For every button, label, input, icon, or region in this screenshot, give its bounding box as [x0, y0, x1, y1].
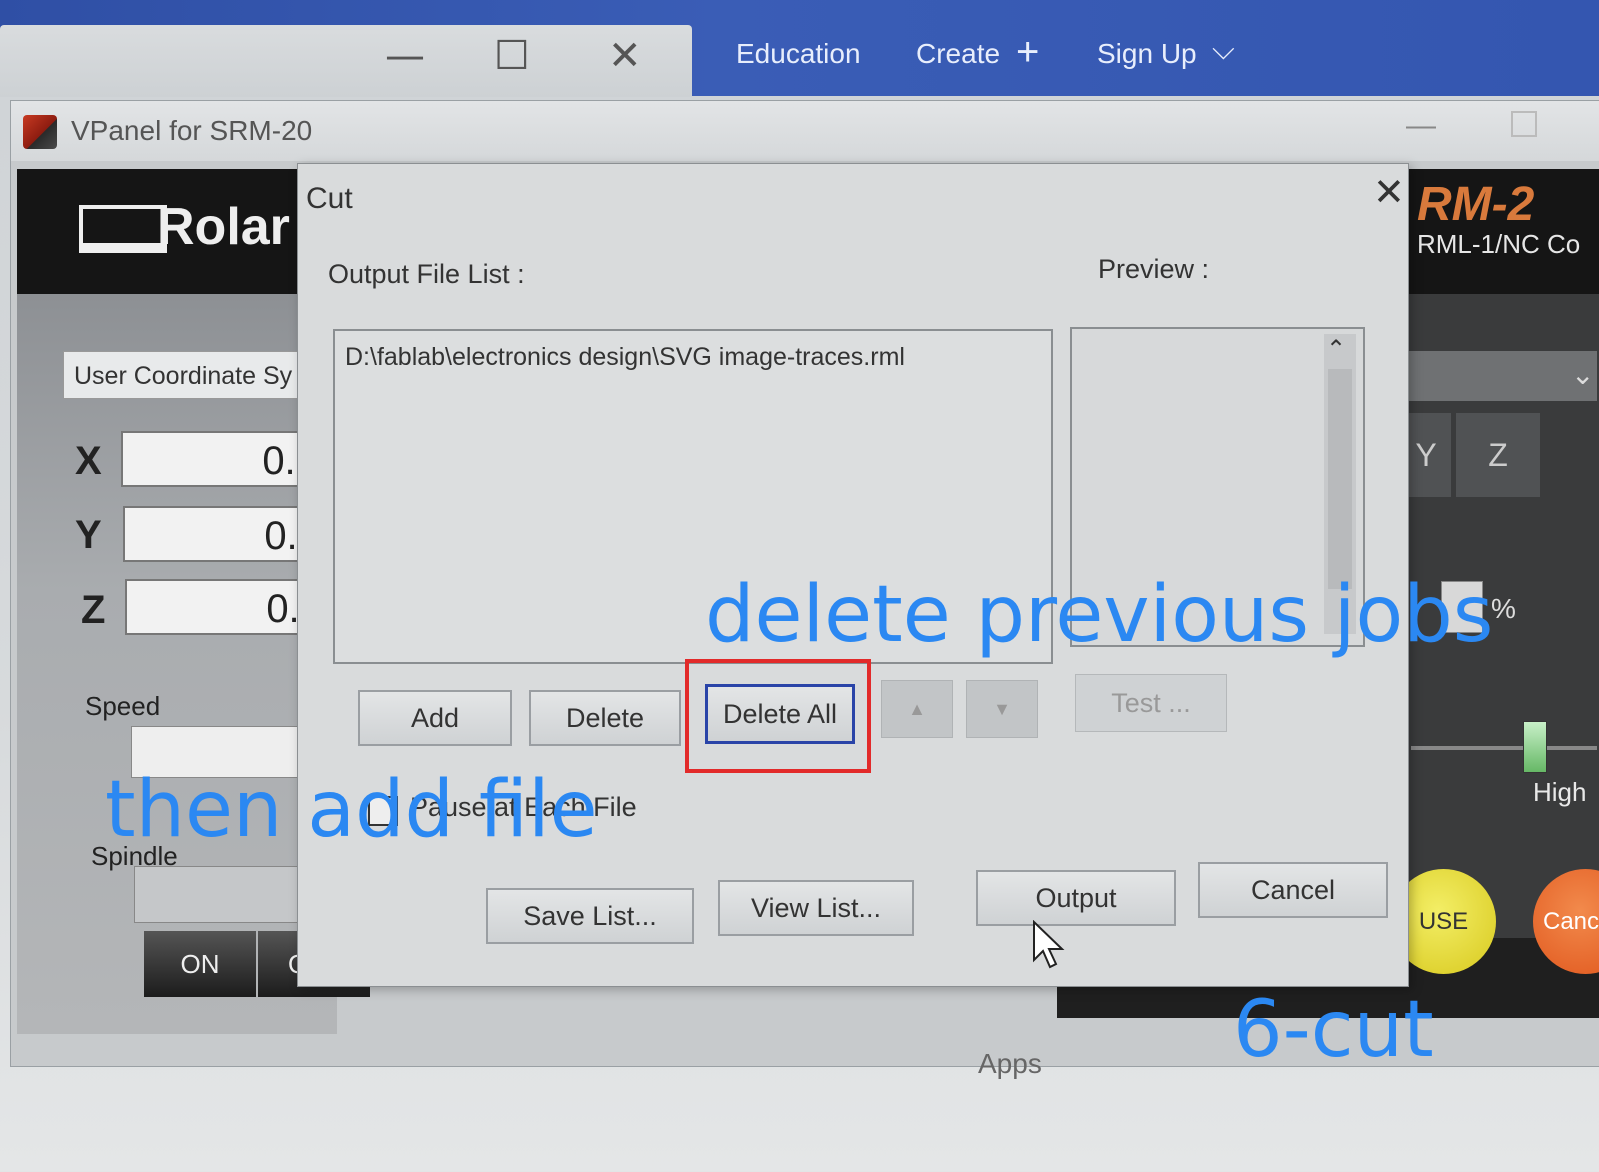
save-list-button[interactable]: Save List... — [486, 888, 694, 944]
spindle-on-button[interactable]: ON — [144, 931, 256, 997]
output-button[interactable]: Output — [976, 870, 1176, 926]
axis-x-label: X — [75, 439, 102, 483]
window-title: VPanel for SRM-20 — [71, 115, 313, 146]
axis-y-label: Y — [75, 513, 102, 557]
annotation-add: then add file — [105, 765, 598, 855]
annotation-delete: delete previous jobs — [705, 570, 1494, 660]
axis-x-value: 0.( — [121, 431, 321, 487]
chevron-up-icon[interactable]: ⌃ — [1326, 335, 1346, 364]
chevron-down-icon[interactable]: ⌵ — [1212, 33, 1235, 67]
brand-name: Rolar — [157, 198, 290, 256]
cancel-button[interactable]: Cancel — [1198, 862, 1388, 918]
nav-create-link[interactable]: Create — [916, 38, 1000, 70]
high-label: High — [1533, 777, 1587, 807]
speed-label: Speed — [85, 691, 161, 721]
browser-window-titlebar: — ☐ ✕ — [0, 25, 692, 97]
roland-logo-icon — [79, 205, 167, 253]
vpanel-titlebar: VPanel for SRM-20 — — [11, 101, 1599, 161]
scrollbar-thumb[interactable] — [1328, 369, 1352, 589]
coordinate-system-select[interactable]: User Coordinate Sy — [63, 351, 323, 399]
delete-button[interactable]: Delete — [529, 690, 681, 746]
minimize-icon[interactable]: — — [1406, 109, 1436, 143]
speed-slider-track[interactable] — [1411, 746, 1597, 750]
dialog-title: Cut — [306, 182, 353, 215]
chevron-down-icon[interactable]: ⌄ — [1571, 358, 1594, 391]
mouse-cursor-icon — [1033, 920, 1065, 969]
maximize-icon[interactable]: ☐ — [494, 33, 530, 79]
slider-handle[interactable] — [1523, 721, 1547, 773]
plus-icon[interactable]: + — [1016, 30, 1039, 75]
axis-z-value: 0.( — [125, 579, 325, 635]
view-list-button[interactable]: View List... — [718, 880, 914, 936]
move-down-button[interactable]: ▼ — [966, 680, 1038, 738]
add-button[interactable]: Add — [358, 690, 512, 746]
axis-y-value: 0.( — [123, 506, 323, 562]
axis-z-label: Z — [81, 588, 106, 632]
output-file-list-label: Output File List : — [328, 259, 525, 289]
list-item[interactable]: D:\fablab\electronics design\SVG image-t… — [345, 343, 905, 372]
percent-label: % — [1491, 593, 1516, 624]
annotation-cut: 6-cut — [1233, 985, 1434, 1075]
move-up-button[interactable]: ▲ — [881, 680, 953, 738]
left-control-panel — [17, 294, 337, 1034]
minimize-icon[interactable]: — — [385, 33, 425, 79]
right-select[interactable] — [1401, 351, 1597, 401]
model-name: RM-2 — [1417, 178, 1535, 231]
nav-signup-link[interactable]: Sign Up — [1097, 38, 1197, 70]
model-subtitle: RML-1/NC Co — [1417, 229, 1581, 259]
test-button[interactable]: Test ... — [1075, 674, 1227, 732]
move-z-button[interactable]: Z — [1456, 413, 1540, 497]
close-icon[interactable]: ✕ — [608, 33, 642, 79]
highlight-box — [685, 659, 871, 773]
preview-label: Preview : — [1098, 254, 1210, 284]
nav-education-link[interactable]: Education — [736, 38, 861, 70]
apps-label: Apps — [978, 1048, 1042, 1079]
maximize-icon[interactable] — [1511, 111, 1537, 137]
close-icon[interactable]: ✕ — [1373, 170, 1405, 214]
app-logo-icon — [23, 115, 57, 149]
